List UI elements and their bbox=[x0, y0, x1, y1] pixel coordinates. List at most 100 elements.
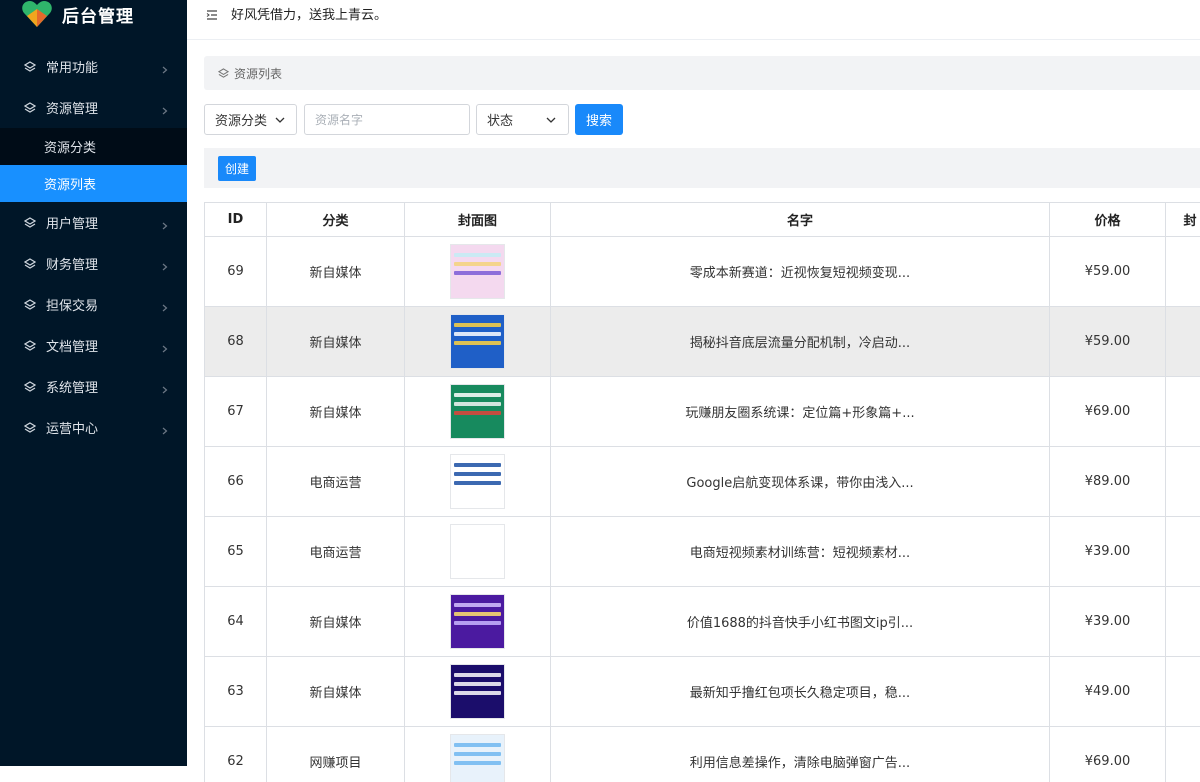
sidebar-item-resources[interactable]: 资源管理 bbox=[0, 87, 187, 128]
table-row[interactable]: 67新自媒体 玩赚朋友圈系统课：定位篇+形象篇+...¥69.00 bbox=[205, 377, 1200, 447]
status-select[interactable]: 状态 bbox=[476, 104, 569, 135]
sidebar-item-label: 财务管理 bbox=[46, 254, 98, 273]
create-button[interactable]: 创建 bbox=[218, 156, 256, 181]
app-title: 后台管理 bbox=[62, 2, 134, 27]
sidebar-item-label: 系统管理 bbox=[46, 377, 98, 396]
cover-thumbnail[interactable] bbox=[450, 244, 505, 299]
cell-extra bbox=[1166, 657, 1200, 727]
sidebar-subitem-resource-category[interactable]: 资源分类 bbox=[0, 128, 187, 165]
cell-price: ¥39.00 bbox=[1050, 587, 1166, 657]
cell-name: 利用信息差操作，清除电脑弹窗广告... bbox=[551, 727, 1050, 782]
cell-extra bbox=[1166, 517, 1200, 587]
cell-category: 网赚项目 bbox=[267, 727, 405, 782]
resource-table: ID 分类 封面图 名字 价格 封 69新自媒体零成本新赛道：近视恢复短视频变现… bbox=[204, 202, 1200, 782]
sidebar-item-label: 资源管理 bbox=[46, 98, 98, 117]
top-header: 好风凭借力，送我上青云。 bbox=[187, 0, 1200, 40]
table-row[interactable]: 66电商运营 Google启航变现体系课，带你由浅入...¥89.00 bbox=[205, 447, 1200, 517]
menu-fold-icon[interactable] bbox=[206, 6, 218, 18]
chevron-right-icon bbox=[161, 424, 169, 432]
table-row[interactable]: 63新自媒体最新知乎撸红包项长久稳定项目，稳...¥49.00 bbox=[205, 657, 1200, 727]
sidebar-item-operations[interactable]: 运营中心 bbox=[0, 407, 187, 448]
chevron-right-icon bbox=[161, 260, 169, 268]
cell-category: 电商运营 bbox=[267, 447, 405, 517]
cover-thumbnail[interactable] bbox=[450, 664, 505, 719]
cover-thumbnail[interactable] bbox=[450, 734, 505, 782]
layers-icon bbox=[24, 61, 36, 73]
logo-heart-icon bbox=[22, 0, 52, 28]
cover-thumbnail[interactable] bbox=[450, 314, 505, 369]
category-select-label: 资源分类 bbox=[215, 110, 267, 129]
header-price: 价格 bbox=[1050, 203, 1166, 237]
cell-category: 新自媒体 bbox=[267, 237, 405, 307]
chevron-right-icon bbox=[161, 219, 169, 227]
table-toolbar: 创建 bbox=[204, 148, 1200, 188]
cell-id: 64 bbox=[205, 587, 267, 657]
table-row[interactable]: 69新自媒体 零成本新赛道：近视恢复短视频变现...¥59.00 bbox=[205, 237, 1200, 307]
resource-name-input[interactable] bbox=[304, 104, 470, 135]
cell-id: 69 bbox=[205, 237, 267, 307]
sidebar-item-system[interactable]: 系统管理 bbox=[0, 366, 187, 407]
table-row[interactable]: 65电商运营电商短视频素材训练营：短视频素材...¥39.00 bbox=[205, 517, 1200, 587]
table-row[interactable]: 64新自媒体价值1688的抖音快手小红书图文ip引...¥39.00 bbox=[205, 587, 1200, 657]
layers-icon bbox=[218, 68, 229, 79]
chevron-right-icon bbox=[161, 301, 169, 309]
cover-thumbnail[interactable] bbox=[450, 384, 505, 439]
table-row[interactable]: 62网赚项目利用信息差操作，清除电脑弹窗广告...¥69.00 bbox=[205, 727, 1200, 782]
cell-id: 63 bbox=[205, 657, 267, 727]
header-motto: 好风凭借力，送我上青云。 bbox=[231, 4, 387, 23]
cell-price: ¥69.00 bbox=[1050, 377, 1166, 447]
cell-name: 价值1688的抖音快手小红书图文ip引... bbox=[551, 587, 1050, 657]
layers-icon bbox=[24, 422, 36, 434]
sidebar-item-label: 用户管理 bbox=[46, 213, 98, 232]
sidebar-item-common[interactable]: 常用功能 bbox=[0, 46, 187, 87]
cell-name: Google启航变现体系课，带你由浅入... bbox=[551, 447, 1050, 517]
cell-category: 新自媒体 bbox=[267, 377, 405, 447]
chevron-down-icon bbox=[546, 117, 556, 123]
chevron-right-icon bbox=[161, 104, 169, 112]
chevron-right-icon bbox=[161, 63, 169, 71]
sidebar-subitem-resource-list[interactable]: 资源列表 bbox=[0, 165, 187, 202]
cell-name: 玩赚朋友圈系统课：定位篇+形象篇+... bbox=[551, 377, 1050, 447]
cell-cover bbox=[405, 517, 551, 587]
breadcrumb: 资源列表 bbox=[204, 56, 1200, 90]
layers-icon bbox=[24, 258, 36, 270]
sidebar-item-escrow[interactable]: 担保交易 bbox=[0, 284, 187, 325]
sidebar-item-label: 常用功能 bbox=[46, 57, 98, 76]
cell-cover bbox=[405, 657, 551, 727]
cell-extra bbox=[1166, 447, 1200, 517]
cell-cover bbox=[405, 237, 551, 307]
sidebar-item-finance[interactable]: 财务管理 bbox=[0, 243, 187, 284]
cover-thumbnail[interactable] bbox=[450, 524, 505, 579]
cell-extra bbox=[1166, 377, 1200, 447]
cell-category: 新自媒体 bbox=[267, 657, 405, 727]
cover-thumbnail[interactable] bbox=[450, 594, 505, 649]
layers-icon bbox=[24, 299, 36, 311]
search-button[interactable]: 搜索 bbox=[575, 104, 623, 135]
cell-cover bbox=[405, 377, 551, 447]
table-row[interactable]: 68新自媒体揭秘抖音底层流量分配机制，冷启动...¥59.00 bbox=[205, 307, 1200, 377]
cell-price: ¥39.00 bbox=[1050, 517, 1166, 587]
header-category: 分类 bbox=[267, 203, 405, 237]
cover-thumbnail[interactable] bbox=[450, 454, 505, 509]
cell-name: 揭秘抖音底层流量分配机制，冷启动... bbox=[551, 307, 1050, 377]
cell-id: 67 bbox=[205, 377, 267, 447]
cell-price: ¥89.00 bbox=[1050, 447, 1166, 517]
cell-cover bbox=[405, 447, 551, 517]
cell-extra bbox=[1166, 587, 1200, 657]
cell-cover bbox=[405, 307, 551, 377]
sidebar-item-label: 担保交易 bbox=[46, 295, 98, 314]
category-select[interactable]: 资源分类 bbox=[204, 104, 297, 135]
cell-id: 65 bbox=[205, 517, 267, 587]
status-select-label: 状态 bbox=[487, 110, 513, 129]
chevron-down-icon bbox=[275, 117, 285, 123]
sidebar-item-users[interactable]: 用户管理 bbox=[0, 202, 187, 243]
cell-cover bbox=[405, 587, 551, 657]
cell-category: 新自媒体 bbox=[267, 307, 405, 377]
breadcrumb-label[interactable]: 资源列表 bbox=[234, 65, 282, 82]
logo[interactable]: 后台管理 bbox=[0, 0, 187, 28]
cell-id: 66 bbox=[205, 447, 267, 517]
cell-price: ¥59.00 bbox=[1050, 237, 1166, 307]
sidebar-item-documents[interactable]: 文档管理 bbox=[0, 325, 187, 366]
cell-name: 零成本新赛道：近视恢复短视频变现... bbox=[551, 237, 1050, 307]
sidebar-item-label: 运营中心 bbox=[46, 418, 98, 437]
